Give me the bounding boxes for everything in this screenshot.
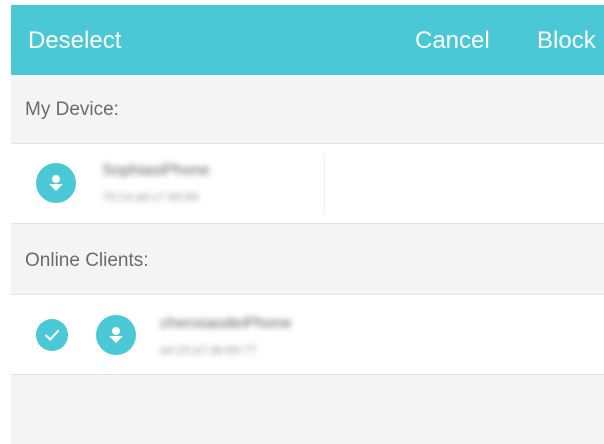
selection-toolbar: Deselect Cancel Block — [11, 5, 604, 75]
divider — [324, 154, 325, 214]
client-mac-address: a4:20:a7:db:84:77 — [160, 343, 257, 357]
cancel-button[interactable]: Cancel — [415, 27, 490, 55]
check-icon[interactable] — [36, 319, 68, 351]
download-user-icon — [36, 163, 76, 203]
download-user-icon — [96, 315, 136, 355]
block-button[interactable]: Block — [537, 27, 596, 55]
my-device-section-title: My Device: — [25, 99, 119, 120]
client-name: chenxiaodeiPhone — [160, 315, 292, 332]
device-mac-address: 70:14:a6:c7:40:84 — [102, 190, 199, 204]
my-device-section-header: My Device: — [11, 75, 604, 143]
deselect-button[interactable]: Deselect — [28, 27, 121, 55]
list-item[interactable]: chenxiaodeiPhone a4:20:a7:db:84:77 — [11, 294, 604, 375]
my-device-row[interactable]: SophiasiPhone 70:14:a6:c7:40:84 — [11, 143, 604, 224]
device-select-screen: Deselect Cancel Block My Device: Sophias… — [11, 5, 604, 444]
device-name: SophiasiPhone — [102, 162, 210, 179]
online-clients-section-header: Online Clients: — [11, 224, 604, 294]
online-clients-section-title: Online Clients: — [25, 250, 149, 271]
